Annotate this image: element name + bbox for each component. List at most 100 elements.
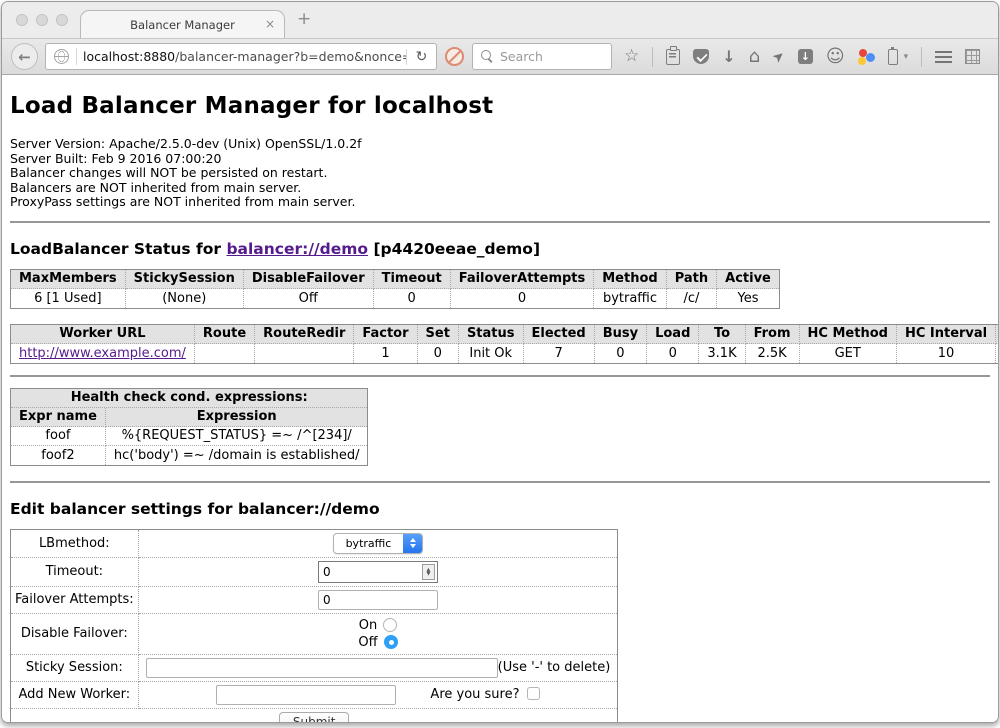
extension-palette-icon[interactable] <box>858 49 875 65</box>
health-table-title: Health check cond. expressions: <box>11 389 367 408</box>
select-arrows-icon <box>403 533 422 554</box>
column-header: HC Interval <box>897 325 996 344</box>
reading-list-icon[interactable] <box>666 49 680 65</box>
column-header: Expr name <box>11 408 106 427</box>
timeout-input[interactable] <box>318 561 438 583</box>
titlebar: Balancer Manager × + <box>2 2 998 38</box>
cell <box>195 344 255 363</box>
cell: %{REQUEST_STATUS} =~ /^[234]/ <box>106 427 368 446</box>
column-header: Expression <box>106 408 368 427</box>
column-header: Active <box>717 270 779 289</box>
url-text[interactable]: localhost:8880/balancer-manager?b=demo&n… <box>77 49 406 64</box>
form-row-submit: Submit <box>11 709 617 722</box>
radio-on-label: On <box>359 618 377 633</box>
site-identity-globe-icon[interactable] <box>54 49 69 64</box>
battery-extension-icon[interactable] <box>888 49 898 65</box>
cell: 0 <box>647 344 699 363</box>
cell: bytraffic <box>594 289 666 308</box>
cell: Yes <box>717 289 779 308</box>
add-worker-input[interactable] <box>216 685 396 705</box>
search-bar[interactable]: Search <box>472 43 612 70</box>
balancer-status-table: MaxMembers StickySession DisableFailover… <box>10 269 780 309</box>
health-check-table: Health check cond. expressions: Expr nam… <box>10 388 368 466</box>
column-header: MaxMembers <box>11 270 126 289</box>
form-row-lbmethod: LBmethod: bytraffic <box>11 530 617 558</box>
failover-attempts-input[interactable] <box>318 590 438 610</box>
column-header: Busy <box>595 325 647 344</box>
cell: 6 [1 Used] <box>11 289 126 308</box>
cell: 2.5K <box>746 344 800 363</box>
cell: foof <box>11 427 106 446</box>
column-header: HC Method <box>800 325 897 344</box>
submit-button[interactable]: Submit <box>279 712 350 722</box>
new-tab-button[interactable]: + <box>297 9 311 29</box>
worker-url-link[interactable]: http://www.example.com/ <box>19 346 186 361</box>
save-page-icon[interactable]: ↓ <box>798 49 813 64</box>
pocket-icon[interactable] <box>693 49 709 64</box>
column-header: Worker URL <box>11 325 195 344</box>
table-row: http://www.example.com/ 1 0 Init Ok 7 0 … <box>11 344 998 363</box>
divider <box>10 375 990 377</box>
radio-off[interactable] <box>384 635 398 649</box>
column-header: Route <box>195 325 255 344</box>
column-header: FailoverAttempts <box>451 270 595 289</box>
zoom-window-button[interactable] <box>56 14 68 26</box>
home-icon[interactable]: ⌂ <box>749 48 760 66</box>
lbmethod-select[interactable]: bytraffic <box>333 533 424 554</box>
minimize-window-button[interactable] <box>36 14 48 26</box>
radio-off-label: Off <box>358 635 377 650</box>
column-header: StickySession <box>126 270 244 289</box>
tab-close-icon[interactable]: × <box>265 17 275 31</box>
number-stepper-icon[interactable]: ▲▼ <box>422 564 435 580</box>
are-you-sure-checkbox[interactable] <box>527 687 540 700</box>
content-blocker-icon[interactable] <box>445 47 464 66</box>
cell: Off <box>244 289 374 308</box>
column-header: Factor <box>354 325 417 344</box>
radio-on[interactable] <box>383 618 397 632</box>
cell: 0 <box>374 289 451 308</box>
cell: 0 <box>451 289 595 308</box>
url-bar[interactable]: localhost:8880/balancer-manager?b=demo&n… <box>45 43 437 70</box>
page-title: Load Balancer Manager for localhost <box>10 93 990 119</box>
back-button[interactable]: ← <box>11 43 38 70</box>
column-header: Timeout <box>374 270 451 289</box>
form-row-failover-attempts: Failover Attempts: <box>11 587 617 614</box>
bookmark-star-icon[interactable]: ☆ <box>624 48 639 65</box>
window-controls[interactable] <box>16 14 68 26</box>
divider <box>10 481 990 483</box>
column-header: Status <box>459 325 524 344</box>
column-header: Load <box>647 325 699 344</box>
server-version-line: Server Version: Apache/2.5.0-dev (Unix) … <box>10 137 990 152</box>
column-header: RouteRedir <box>255 325 354 344</box>
sticky-session-input[interactable] <box>146 658 498 678</box>
column-header: Set <box>418 325 459 344</box>
form-row-sticky-session: Sticky Session: (Use '-' to delete) <box>11 655 617 682</box>
url-host: localhost:8880 <box>83 49 175 64</box>
browser-window: Balancer Manager × + ← localhost:8880/ba… <box>1 1 999 723</box>
menu-hamburger-icon[interactable] <box>935 51 952 63</box>
are-you-sure-label: Are you sure? <box>430 687 539 702</box>
cell: 1 <box>354 344 417 363</box>
proxypass-inherit-line: ProxyPass settings are NOT inherited fro… <box>10 195 990 210</box>
divider <box>10 221 990 223</box>
column-header: Method <box>594 270 666 289</box>
page-content: Load Balancer Manager for localhost Serv… <box>2 75 998 722</box>
feedback-smiley-icon[interactable]: ☺ <box>826 48 845 66</box>
column-header: To <box>699 325 745 344</box>
column-header: Passes <box>996 325 998 344</box>
cell: GET <box>800 344 897 363</box>
reload-button[interactable]: ↻ <box>406 49 436 65</box>
url-path: /balancer-manager?b=demo&nonce=decc37be-… <box>175 49 406 64</box>
chevron-down-icon[interactable]: ▾ <box>904 52 909 62</box>
browser-tab[interactable]: Balancer Manager × <box>80 10 285 38</box>
persist-notice-line: Balancer changes will NOT be persisted o… <box>10 166 990 181</box>
worker-table: Worker URL Route RouteRedir Factor Set S… <box>10 324 998 364</box>
downloads-icon[interactable]: ↓ <box>722 49 735 65</box>
cell: foof2 <box>11 446 106 465</box>
close-window-button[interactable] <box>16 14 28 26</box>
tab-groups-grid-icon[interactable] <box>965 49 980 64</box>
failover-attempts-label: Failover Attempts: <box>11 587 139 614</box>
send-tab-icon[interactable]: ➤ <box>769 47 788 67</box>
balancer-demo-link[interactable]: balancer://demo <box>226 240 368 258</box>
timeout-label: Timeout: <box>11 558 139 587</box>
